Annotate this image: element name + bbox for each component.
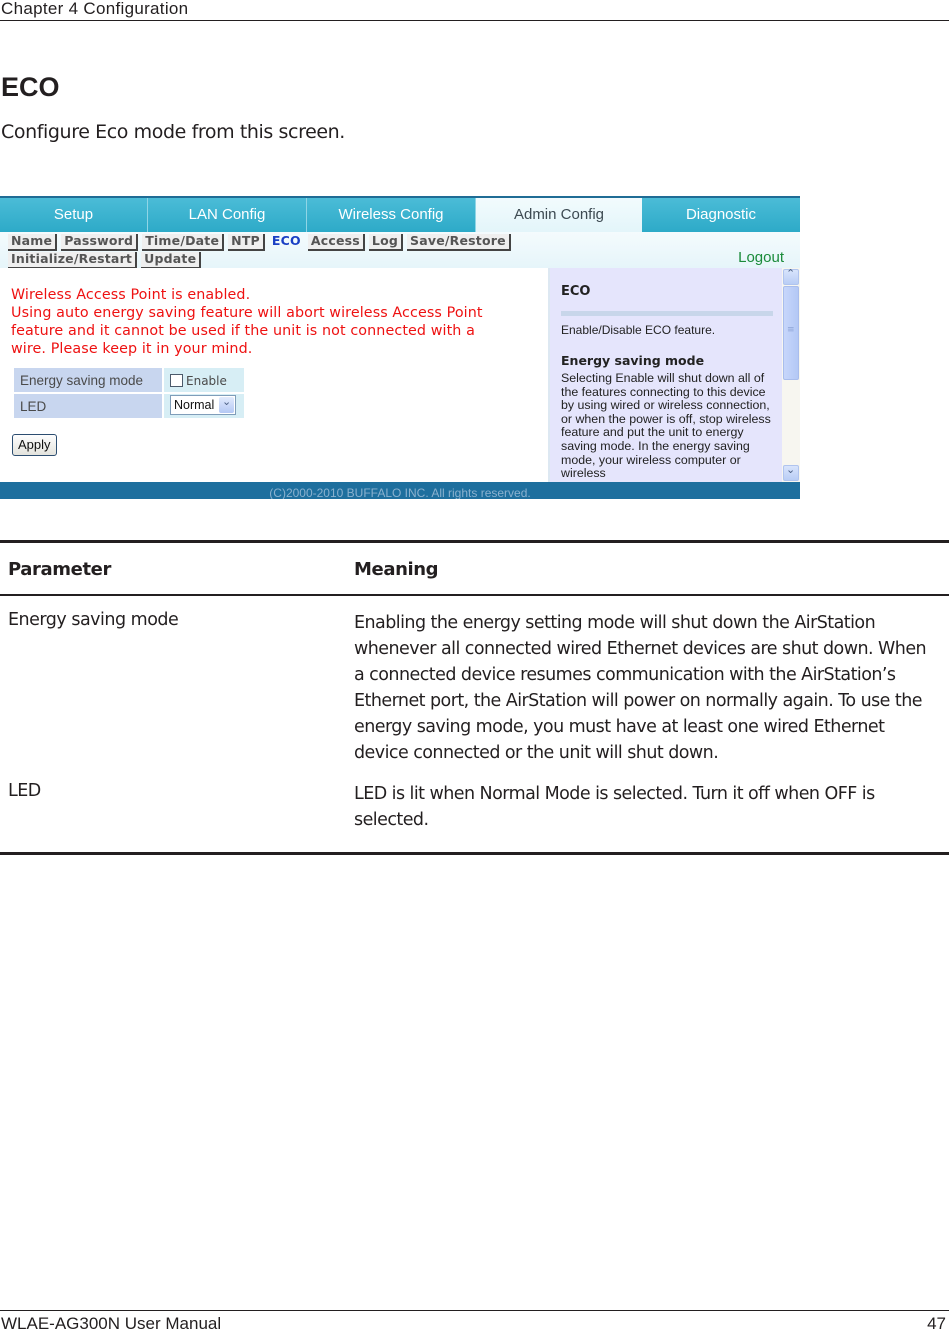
- tab-admin-config[interactable]: Admin Config: [476, 198, 642, 232]
- subnav-initialize-restart[interactable]: Initialize/Restart: [8, 252, 138, 269]
- subnav-name[interactable]: Name: [8, 234, 58, 251]
- table-row: LED LED is lit when Normal Mode is selec…: [0, 776, 949, 852]
- table-row: Energy saving mode Enabling the energy s…: [0, 596, 949, 776]
- parameter-meaning: Enabling the energy setting mode will sh…: [354, 613, 927, 763]
- warning-line: feature and it cannot be used if the uni…: [11, 323, 475, 339]
- page-footer: WLAE-AG300N User Manual 47: [0, 1310, 949, 1333]
- section-intro: Configure Eco mode from this screen.: [1, 121, 345, 143]
- subnav-ntp[interactable]: NTP: [228, 234, 265, 251]
- tab-setup[interactable]: Setup: [0, 198, 148, 232]
- subnav-eco[interactable]: ECO: [269, 234, 304, 249]
- help-body: Selecting Enable will shut down all of t…: [561, 371, 771, 481]
- subnav-log[interactable]: Log: [368, 234, 404, 251]
- help-description: Enable/Disable ECO feature.: [561, 323, 716, 337]
- parameter-name: Energy saving mode: [8, 610, 179, 630]
- copyright-bar: (C)2000-2010 BUFFALO INC. All rights res…: [0, 482, 800, 499]
- chapter-header: Chapter 4 Configuration: [0, 0, 949, 21]
- chevron-down-icon: ⌄: [786, 463, 796, 476]
- top-tab-bar: Setup LAN Config Wireless Config Admin C…: [0, 196, 800, 232]
- scroll-up-button[interactable]: ⌃: [783, 267, 799, 285]
- main-pane: Wireless Access Point is enabled. Using …: [0, 268, 548, 482]
- warning-message: Wireless Access Point is enabled. Using …: [11, 286, 541, 358]
- sub-nav-row-1: Name Password Time/Date NTP ECO Access L…: [8, 234, 511, 251]
- help-subtitle: Energy saving mode: [561, 353, 705, 368]
- tab-lan-config[interactable]: LAN Config: [148, 198, 307, 232]
- scroll-down-button[interactable]: ⌄: [783, 463, 799, 481]
- help-scrollbar[interactable]: ⌃ ≡ ⌄: [782, 267, 800, 482]
- form-row-led: LED Normal ⌄: [14, 394, 244, 418]
- chevron-up-icon: ⌃: [786, 267, 796, 280]
- warning-line: Wireless Access Point is enabled.: [11, 287, 251, 303]
- header-parameter: Parameter: [8, 559, 111, 580]
- tab-diagnostic[interactable]: Diagnostic: [642, 198, 800, 232]
- copyright-text: (C)2000-2010 BUFFALO INC. All rights res…: [269, 486, 531, 499]
- router-ui-screenshot: Setup LAN Config Wireless Config Admin C…: [0, 196, 800, 499]
- tab-wireless-config[interactable]: Wireless Config: [307, 198, 476, 232]
- manual-title: WLAE-AG300N User Manual: [1, 1314, 222, 1333]
- subnav-time-date[interactable]: Time/Date: [142, 234, 225, 251]
- form-row-energy-saving: Energy saving mode Enable: [14, 368, 244, 392]
- grip-icon: ≡: [787, 325, 795, 335]
- subnav-password[interactable]: Password: [61, 234, 139, 251]
- led-select-value: Normal: [174, 397, 215, 412]
- chapter-header-text: Chapter 4 Configuration: [1, 0, 189, 18]
- led-value: Normal ⌄: [164, 394, 244, 418]
- energy-saving-checkbox[interactable]: [170, 373, 183, 387]
- energy-saving-value: Enable: [164, 368, 244, 392]
- apply-button[interactable]: Apply: [12, 434, 57, 456]
- help-pane: ECO Enable/Disable ECO feature. Energy s…: [548, 268, 784, 482]
- subnav-save-restore[interactable]: Save/Restore: [407, 234, 511, 251]
- warning-line: wire. Please keep it in your mind.: [11, 341, 253, 357]
- help-title: ECO: [561, 284, 591, 299]
- eco-settings-form: Energy saving mode Enable LED Normal ⌄: [12, 366, 246, 420]
- chevron-down-icon: ⌄: [222, 395, 232, 408]
- subnav-update[interactable]: Update: [141, 252, 202, 269]
- scroll-thumb[interactable]: ≡: [783, 286, 799, 380]
- logout-link[interactable]: Logout: [738, 249, 784, 266]
- subnav-access[interactable]: Access: [307, 234, 365, 251]
- sub-nav-row-2: Initialize/Restart Update: [8, 252, 202, 269]
- led-select[interactable]: Normal ⌄: [170, 394, 236, 415]
- parameter-table-header: Parameter Meaning: [0, 543, 949, 596]
- led-label: LED: [14, 394, 162, 418]
- energy-saving-label: Energy saving mode: [14, 368, 162, 392]
- header-meaning: Meaning: [354, 559, 439, 580]
- page-number: 47: [927, 1314, 946, 1333]
- sub-nav: Name Password Time/Date NTP ECO Access L…: [0, 232, 800, 269]
- section-title: ECO: [1, 72, 60, 102]
- warning-line: Using auto energy saving feature will ab…: [11, 305, 483, 321]
- parameter-meaning: LED is lit when Normal Mode is selected.…: [354, 784, 875, 830]
- parameter-table: Parameter Meaning Energy saving mode Ena…: [0, 540, 949, 855]
- help-divider: [561, 311, 773, 316]
- parameter-name: LED: [8, 781, 41, 801]
- led-select-dropdown-button[interactable]: ⌄: [219, 395, 234, 413]
- enable-checkbox-label[interactable]: Enable: [186, 374, 227, 388]
